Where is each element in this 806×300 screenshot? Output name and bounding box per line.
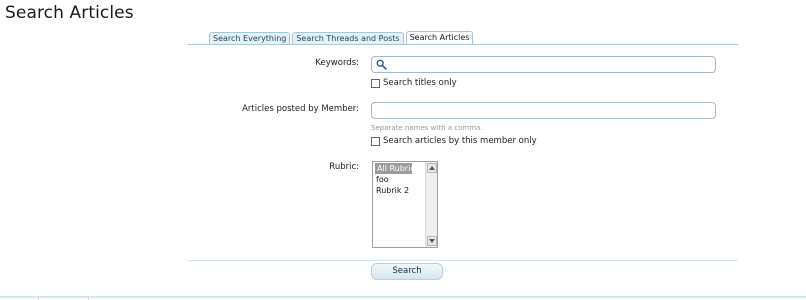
- titles-only-checkbox[interactable]: [371, 78, 380, 88]
- titles-only-label: Search titles only: [383, 78, 457, 88]
- member-only-label: Search articles by this member only: [383, 136, 537, 146]
- member-label: Articles posted by Member:: [242, 104, 359, 114]
- keywords-input[interactable]: [388, 57, 708, 72]
- rubric-option[interactable]: Rubrik 2: [373, 185, 425, 196]
- tab-divider: [188, 44, 738, 45]
- member-only-checkbox[interactable]: [371, 136, 380, 146]
- member-hint: Separate names with a comma.: [371, 124, 483, 132]
- page-title: Search Articles: [5, 3, 134, 23]
- rubric-scrollbar[interactable]: [425, 162, 437, 247]
- tab-search-articles[interactable]: Search Articles: [405, 31, 474, 45]
- rubric-label: Rubric:: [329, 162, 359, 172]
- search-icon: [376, 59, 387, 70]
- titles-only-option[interactable]: Search titles only: [371, 78, 457, 88]
- rubric-option[interactable]: foo: [373, 174, 425, 185]
- rubric-select[interactable]: All Rubrics foo Rubrik 2: [372, 161, 438, 248]
- form-divider: [188, 260, 738, 261]
- scroll-up-button[interactable]: [427, 163, 437, 173]
- chevron-up-icon: [429, 166, 435, 170]
- keywords-field[interactable]: [371, 56, 716, 73]
- member-only-option[interactable]: Search articles by this member only: [371, 136, 537, 146]
- search-button[interactable]: Search: [371, 263, 443, 280]
- chevron-down-icon: [429, 239, 435, 243]
- rubric-option[interactable]: All Rubrics: [375, 163, 419, 174]
- member-input[interactable]: [376, 103, 711, 118]
- footer-divider: [0, 296, 806, 298]
- scroll-down-button[interactable]: [427, 236, 437, 246]
- keywords-label: Keywords:: [315, 58, 359, 68]
- member-field[interactable]: [371, 102, 716, 119]
